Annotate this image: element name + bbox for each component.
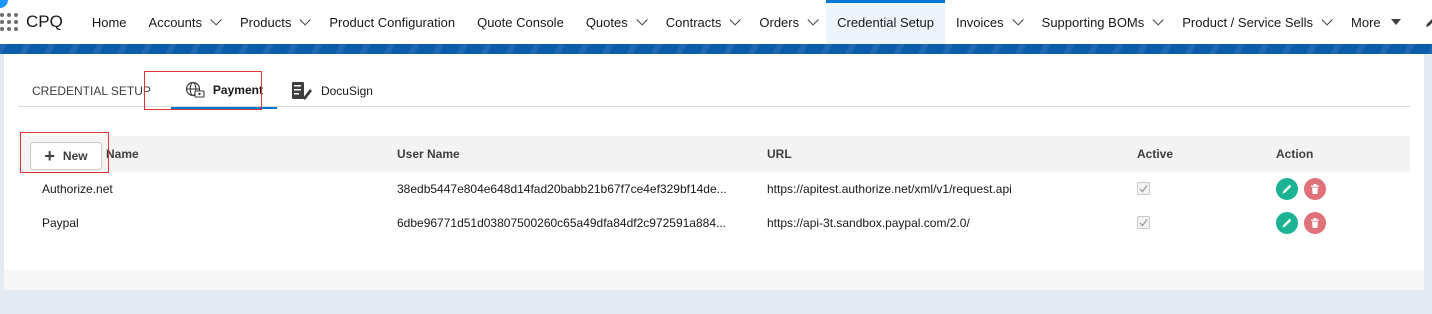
nav-item-label: Product / Service Sells — [1182, 14, 1314, 30]
nav-item-home[interactable]: Home — [81, 0, 138, 44]
chevron-down-icon[interactable] — [729, 14, 742, 26]
chevron-down-icon[interactable] — [636, 14, 648, 26]
table-body: Authorize.net 38edb5447e804e648d14fad20ba… — [18, 172, 1410, 240]
pencil-icon — [1282, 184, 1292, 194]
nav-item-label: Invoices — [955, 14, 1004, 30]
trash-icon — [1311, 184, 1319, 194]
credentials-table: + New Name User Name URL Active Action A… — [18, 136, 1410, 240]
footer-strip — [4, 270, 1424, 290]
nav-item-contracts[interactable]: Contracts — [655, 0, 749, 44]
globe-payment-icon — [185, 81, 205, 99]
trash-icon — [1311, 218, 1319, 228]
chevron-down-icon[interactable] — [210, 14, 222, 26]
cell-name: Authorize.net — [42, 182, 113, 196]
active-checkbox — [1137, 182, 1150, 195]
new-button-label: New — [62, 149, 88, 163]
table-row: Authorize.net 38edb5447e804e648d14fad20ba… — [18, 172, 1410, 206]
tab-docusign-label: DocuSign — [320, 84, 373, 98]
tab-credential-setup-label: CREDENTIAL SETUP — [32, 84, 151, 98]
nav-item-label: Product Configuration — [329, 14, 456, 30]
header-url[interactable]: URL — [767, 147, 1137, 161]
new-button[interactable]: + New — [30, 142, 102, 170]
nav-item-product-service-sells[interactable]: Product / Service Sells — [1171, 0, 1340, 44]
nav-items: Home Accounts Products Product Configuratio… — [81, 0, 1340, 44]
nav-item-accounts[interactable]: Accounts — [138, 0, 229, 44]
nav-item-label: Supporting BOMs — [1041, 14, 1145, 30]
tab-credential-setup[interactable]: CREDENTIAL SETUP — [18, 73, 165, 109]
nav-more-label: More — [1351, 14, 1381, 30]
cell-action — [1276, 212, 1410, 234]
global-nav: CPQ Home Accounts Products Product Configur… — [0, 0, 1432, 44]
cell-active — [1137, 216, 1276, 230]
cell-url: https://api-3t.sandbox.paypal.com/2.0/ — [767, 216, 970, 230]
cell-name: Paypal — [42, 216, 79, 230]
nav-item-product-configuration[interactable]: Product Configuration — [318, 0, 466, 44]
header-banner — [0, 44, 1432, 54]
edit-button[interactable] — [1276, 178, 1298, 200]
edit-button[interactable] — [1276, 212, 1298, 234]
nav-item-label: Home — [91, 14, 127, 30]
chevron-down-icon[interactable] — [1012, 14, 1024, 26]
active-checkbox — [1137, 216, 1150, 229]
edit-nav-button[interactable] — [1412, 0, 1432, 44]
chevron-down-icon[interactable] — [807, 14, 819, 26]
delete-button[interactable] — [1304, 178, 1326, 200]
chevron-down-icon[interactable] — [1152, 14, 1165, 26]
pencil-icon — [1282, 218, 1292, 228]
app-launcher-icon — [0, 13, 18, 31]
nav-item-label: Quote Console — [477, 14, 564, 30]
tab-payment-label: Payment — [212, 83, 263, 97]
cell-action — [1276, 178, 1410, 200]
nav-item-label: Quotes — [585, 14, 628, 30]
nav-item-products[interactable]: Products — [229, 0, 318, 44]
caret-down-icon — [1390, 19, 1401, 25]
cell-user-name: 38edb5447e804e648d14fad20babb21b67f7ce4e… — [397, 182, 727, 196]
table-header: + New Name User Name URL Active Action — [18, 136, 1410, 172]
cell-url: https://apitest.authorize.net/xml/v1/req… — [767, 182, 1012, 196]
pencil-icon — [1425, 18, 1432, 27]
nav-item-invoices[interactable]: Invoices — [945, 0, 1031, 44]
nav-more-menu[interactable]: More — [1340, 0, 1412, 44]
nav-item-quote-console[interactable]: Quote Console — [466, 0, 575, 44]
plus-icon: + — [44, 146, 55, 166]
nav-item-credential-setup[interactable]: Credential Setup — [826, 0, 945, 44]
cell-user-name: 6dbe96771d51d03807500260c65a49dfa84df2c9… — [397, 216, 726, 230]
header-user-name[interactable]: User Name — [397, 147, 767, 161]
nav-item-label: Products — [240, 14, 292, 30]
document-sign-icon — [291, 81, 313, 101]
nav-item-label: Accounts — [148, 14, 203, 30]
nav-item-label: Contracts — [665, 14, 722, 30]
nav-item-orders[interactable]: Orders — [748, 0, 826, 44]
table-row: Paypal 6dbe96771d51d03807500260c65a49dfa8… — [18, 206, 1410, 240]
app-name: CPQ — [26, 12, 63, 31]
header-action: Action — [1276, 147, 1314, 161]
chevron-down-icon[interactable] — [299, 14, 312, 26]
credential-setup-card: CREDENTIAL SETUP Payment DocuSign + New … — [4, 54, 1424, 270]
chevron-down-icon[interactable] — [1321, 14, 1333, 26]
tab-payment[interactable]: Payment — [170, 73, 277, 109]
header-active[interactable]: Active — [1137, 147, 1276, 161]
cell-active — [1137, 182, 1276, 196]
tab-bar: CREDENTIAL SETUP Payment DocuSign — [18, 72, 387, 110]
tab-docusign[interactable]: DocuSign — [277, 73, 387, 109]
nav-item-label: Orders — [759, 14, 800, 30]
tab-divider — [18, 106, 1410, 107]
nav-item-supporting-boms[interactable]: Supporting BOMs — [1031, 0, 1172, 44]
nav-item-label: Credential Setup — [837, 14, 934, 30]
delete-button[interactable] — [1304, 212, 1326, 234]
nav-item-quotes[interactable]: Quotes — [575, 0, 655, 44]
